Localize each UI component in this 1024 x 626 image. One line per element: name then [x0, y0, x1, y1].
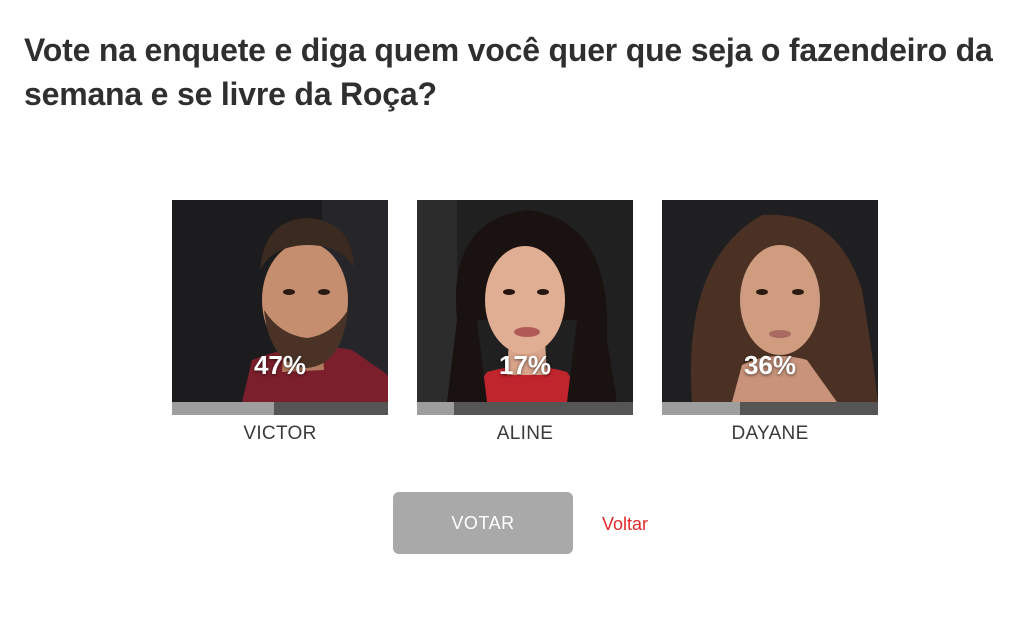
aline-result-bar [417, 402, 633, 415]
poll-option-dayane[interactable]: 36% DAYANE [662, 200, 878, 445]
poll-option-victor[interactable]: 47% VICTOR [172, 200, 388, 445]
victor-percent: 47% [253, 350, 307, 380]
back-link[interactable]: Voltar [602, 514, 648, 535]
victor-result-fill [172, 402, 274, 415]
dayane-percent: 36% [743, 350, 797, 380]
aline-photo[interactable]: 17% [417, 200, 633, 402]
aline-percent: 17% [498, 350, 552, 380]
victor-result-bar [172, 402, 388, 415]
vote-button[interactable]: VOTAR [393, 492, 573, 554]
aline-name: ALINE [496, 423, 554, 444]
victor-name: VICTOR [243, 423, 317, 444]
dayane-result-bar [662, 402, 878, 415]
aline-result-fill [417, 402, 454, 415]
dayane-result-fill [662, 402, 740, 415]
poll-question: Vote na enquete e diga quem você quer qu… [24, 32, 993, 112]
poll-option-aline[interactable]: 17% ALINE [417, 200, 633, 445]
poll-options: 47% VICTOR 17% ALINE 36% DAYANE [0, 200, 1024, 460]
dayane-name: DAYANE [731, 423, 809, 444]
dayane-photo[interactable]: 36% [662, 200, 878, 402]
victor-photo[interactable]: 47% [172, 200, 388, 402]
